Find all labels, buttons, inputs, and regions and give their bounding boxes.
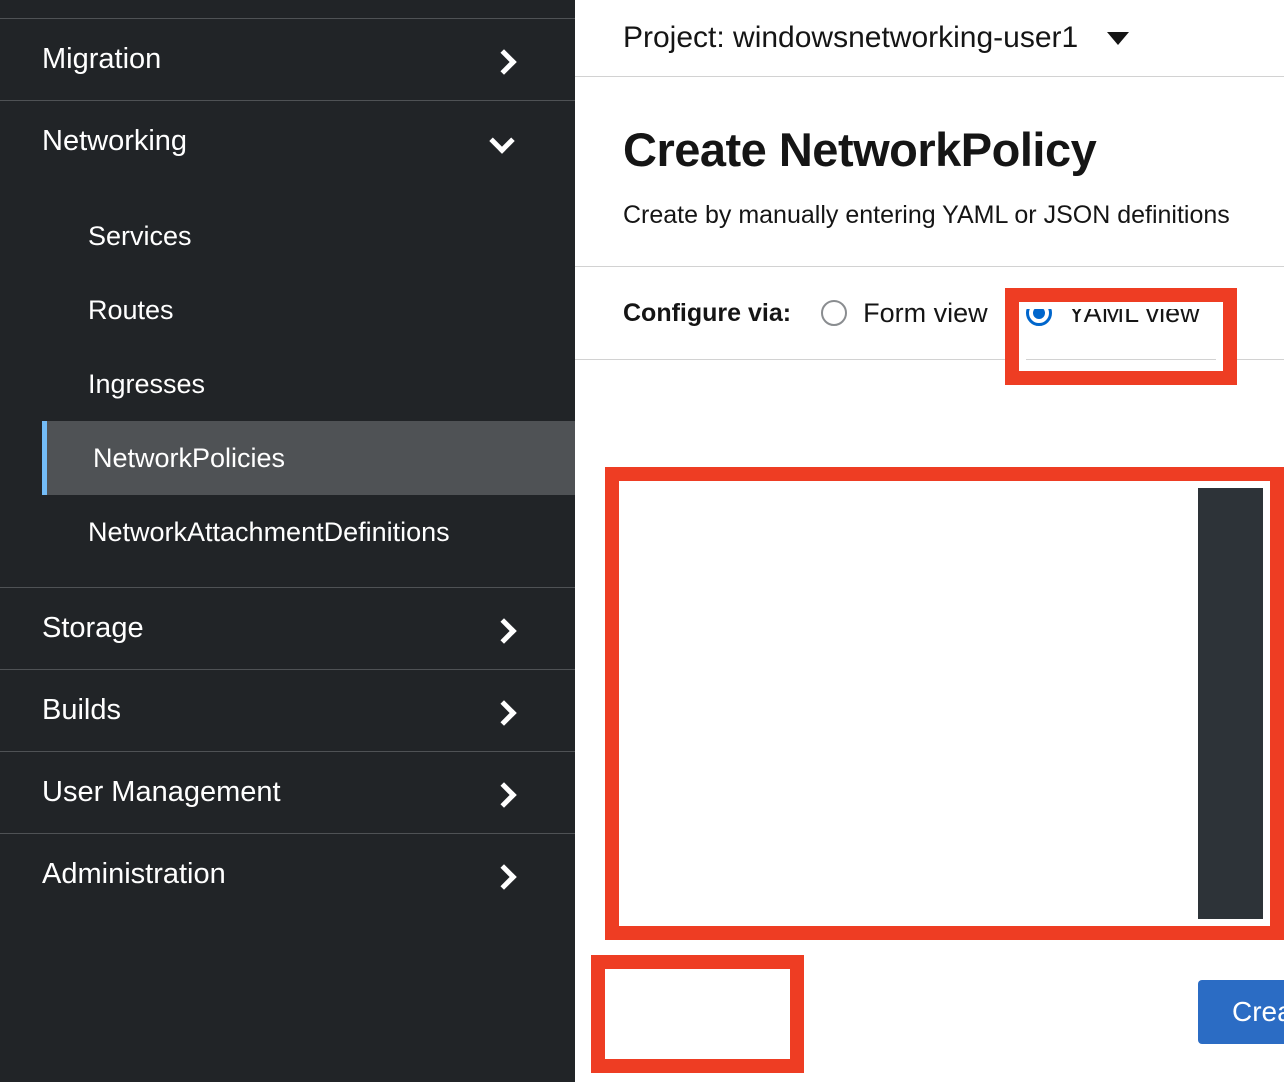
sidebar-item-networking[interactable]: Networking [0,101,575,182]
form-actions: Create Cancel [1198,980,1284,1044]
radio-form-view-label: Form view [863,298,988,329]
sidebar-item-builds[interactable]: Builds [0,670,575,751]
sidebar-item-label: Administration [42,858,226,891]
caret-down-icon [1107,32,1129,45]
radio-yaml-view[interactable]: YAML view [1026,298,1200,329]
chevron-right-icon [493,701,513,721]
radio-form-view[interactable]: Form view [821,298,988,329]
sidebar-item-label: Services [88,221,192,252]
sidebar-subnav-networking: Services Routes Ingresses NetworkPolicie… [0,182,575,587]
line-number: 11 [1198,856,1284,892]
sidebar-top-spacer [0,0,575,18]
line-number: 1 [1198,496,1284,532]
radio-yaml-view-label: YAML view [1068,298,1200,329]
page-description: Create by manually entering YAML or JSON… [623,201,1236,230]
line-number: 3 [1198,568,1284,604]
sidebar-item-networkattachmentdefinitions[interactable]: NetworkAttachmentDefinitions [0,495,575,569]
sidebar-item-routes[interactable]: Routes [0,273,575,347]
sidebar-item-user-management[interactable]: User Management [0,752,575,833]
section-divider-bottom [575,359,1284,360]
line-number: 10 [1198,820,1284,856]
editor-line-number-gutter: 1 2 3 4 5 6 7 8 9 10 11 [1198,487,1284,920]
main-content: Project: windowsnetworking-user1 Create … [575,0,1284,1082]
configure-via-row: Configure via: Form view YAML view [575,267,1284,359]
header-spacer [575,230,1284,266]
page-header: Create NetworkPolicy Create by manually … [575,77,1284,230]
sidebar-navigation: Migration Networking Services Routes Ing… [0,0,575,1082]
line-number: 5 [1198,640,1284,676]
sidebar-item-label: Migration [42,43,161,76]
radio-circle-selected-icon [1026,300,1052,326]
line-number: 6 [1198,676,1284,712]
chevron-right-icon [493,865,513,885]
chevron-right-icon [493,619,513,639]
sidebar-item-networkpolicies[interactable]: NetworkPolicies [42,421,575,495]
sidebar-item-label: NetworkAttachmentDefinitions [88,517,450,548]
sidebar-item-label: Routes [88,295,174,326]
sidebar-item-migration[interactable]: Migration [0,19,575,100]
line-number: 4 [1198,604,1284,640]
application-root: Migration Networking Services Routes Ing… [0,0,1284,1082]
chevron-down-icon [493,132,513,152]
chevron-right-icon [493,783,513,803]
line-number: 7 [1198,712,1284,748]
page-title: Create NetworkPolicy [623,122,1236,177]
sidebar-item-label: Networking [42,125,187,158]
sidebar-item-ingresses[interactable]: Ingresses [0,347,575,421]
yaml-editor[interactable]: 1 2 3 4 5 6 7 8 9 10 11 kind: NetworkPol… [1198,487,1284,920]
sidebar-item-label: Builds [42,694,121,727]
line-number: 9 [1198,784,1284,820]
radio-circle-icon [821,300,847,326]
sidebar-item-label: User Management [42,776,281,809]
sidebar-item-label: NetworkPolicies [93,443,285,474]
line-number: 2 [1198,532,1284,568]
sidebar-item-storage[interactable]: Storage [0,588,575,669]
chevron-right-icon [493,50,513,70]
project-selector-label: Project: windowsnetworking-user1 [623,21,1078,55]
sidebar-item-label: Storage [42,612,144,645]
sidebar-item-services[interactable]: Services [0,199,575,273]
configure-via-label: Configure via: [623,299,791,328]
project-selector[interactable]: Project: windowsnetworking-user1 [575,0,1284,77]
line-number: 8 [1198,748,1284,784]
create-button[interactable]: Create [1198,980,1284,1044]
sidebar-item-administration[interactable]: Administration [0,834,575,915]
sidebar-item-label: Ingresses [88,369,205,400]
